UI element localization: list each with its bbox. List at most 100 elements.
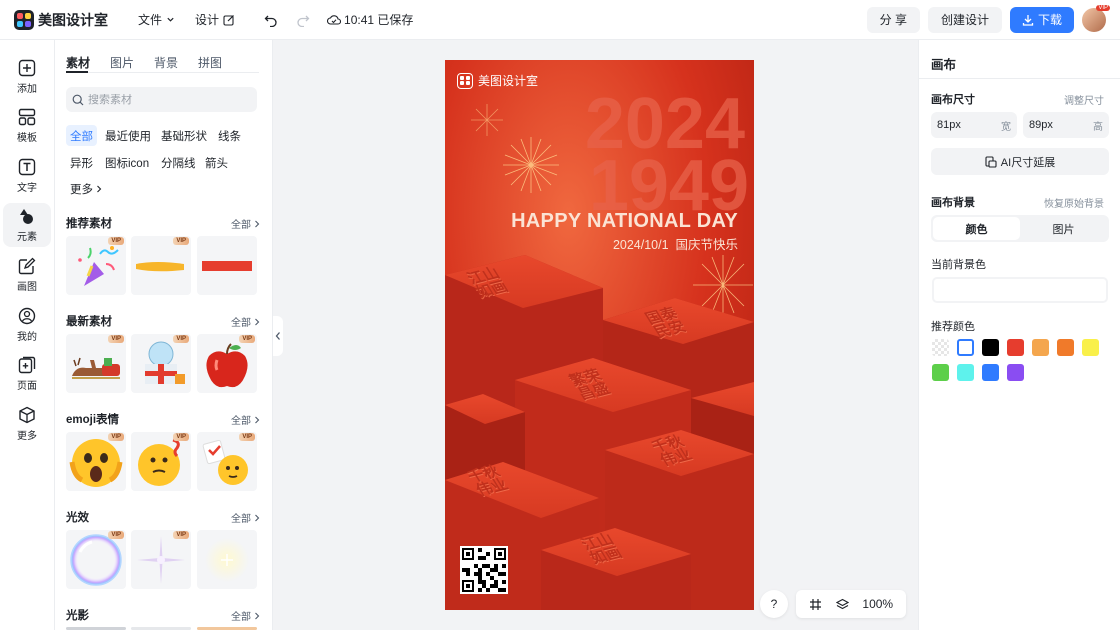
rail-label: 页面 — [17, 381, 37, 392]
asset-thumb-glow[interactable] — [197, 530, 257, 589]
file-menu[interactable]: 文件 — [138, 11, 175, 28]
section-all-link[interactable]: 全部 — [231, 608, 261, 623]
collapse-panel-handle[interactable] — [273, 316, 283, 356]
tab-collage[interactable]: 拼图 — [198, 54, 222, 71]
section-all-link[interactable]: 全部 — [231, 412, 261, 427]
save-status: 10:41 已保存 — [327, 11, 413, 28]
share-button[interactable]: 分 享 — [866, 6, 920, 33]
undo-button[interactable] — [261, 10, 281, 30]
rail-label: 我的 — [17, 332, 37, 343]
undo-icon — [264, 15, 277, 27]
tab-materials[interactable]: 素材 — [66, 54, 90, 71]
panel-title: 画布 — [931, 58, 957, 72]
file-menu-label: 文件 — [138, 13, 163, 27]
canvas-bg-label: 画布背景 — [931, 197, 975, 209]
asset-thumb-snow-globe-gift[interactable]: VIP — [131, 334, 191, 393]
red-bar-shape — [202, 261, 252, 271]
chip-icons[interactable]: 图标icon — [101, 152, 153, 173]
rail-item-text[interactable]: 文字 — [3, 154, 51, 198]
section-all-link[interactable]: 全部 — [231, 216, 261, 231]
bg-type-color[interactable]: 颜色 — [933, 217, 1020, 240]
chip-recent[interactable]: 最近使用 — [101, 125, 155, 146]
left-rail: 添加 模板 文字 元素 画图 我的 页面 更多 — [0, 40, 55, 630]
zoom-level[interactable]: 100% — [862, 597, 893, 611]
asset-panel: 素材 图片 背景 拼图 全部 最近使用 基础形状 线条 异形 图标icon 分隔… — [55, 40, 273, 630]
chip-lines[interactable]: 线条 — [214, 125, 245, 146]
chip-irregular[interactable]: 异形 — [66, 152, 97, 173]
recommended-colors-label: 推荐颜色 — [931, 321, 975, 333]
swatch-black[interactable] — [982, 339, 999, 356]
section-all-link[interactable]: 全部 — [231, 510, 261, 525]
canvas-size-label: 画布尺寸 — [931, 94, 975, 106]
user-avatar[interactable]: VIP — [1082, 4, 1110, 32]
adjust-size-link[interactable]: 调整尺寸 — [1064, 92, 1104, 107]
height-field[interactable]: 89px 高 — [1023, 112, 1109, 138]
asset-thumb-bubble[interactable]: VIP — [66, 530, 126, 589]
help-button[interactable]: ? — [760, 590, 788, 618]
swatch-light-orange[interactable] — [1032, 339, 1049, 356]
asset-thumb-party-popper[interactable]: VIP — [66, 236, 126, 295]
rail-label: 添加 — [17, 84, 37, 95]
swatch-purple[interactable] — [1007, 364, 1024, 381]
app-logo[interactable]: 美图设计室 — [14, 9, 108, 30]
layers-icon[interactable] — [835, 598, 849, 611]
download-button[interactable]: 下载 — [1009, 6, 1074, 33]
current-bg-color[interactable] — [932, 277, 1108, 303]
search-box[interactable] — [66, 87, 257, 112]
swatch-blue[interactable] — [982, 364, 999, 381]
asset-thumb-red-bar[interactable] — [197, 236, 257, 295]
swatch-green[interactable] — [932, 364, 949, 381]
rail-item-mine[interactable]: 我的 — [3, 303, 51, 347]
tab-backgrounds[interactable]: 背景 — [154, 54, 178, 71]
chip-arrows[interactable]: 箭头 — [201, 152, 232, 173]
chip-dividers[interactable]: 分隔线 — [157, 152, 200, 173]
text-icon — [18, 158, 36, 176]
chip-more[interactable]: 更多 — [66, 178, 107, 199]
chip-all[interactable]: 全部 — [66, 125, 97, 146]
poster-headline: HAPPY NATIONAL DAY — [511, 210, 738, 232]
asset-thumb-brush-stroke[interactable]: VIP — [131, 236, 191, 295]
poster-subline: 2024/10/1 国庆节快乐 — [612, 238, 738, 252]
ai-extend-button[interactable]: AI尺寸延展 — [931, 148, 1109, 175]
add-page-icon — [18, 356, 36, 374]
asset-thumb-emoji-check[interactable]: VIP — [197, 432, 257, 491]
design-canvas[interactable]: 2024 1949 美图设计室 HAPPY NATIONAL DAY 2024/… — [445, 60, 754, 610]
section-title: 最新素材 — [66, 316, 112, 328]
current-bg-label: 当前背景色 — [931, 259, 986, 271]
chip-basic-shapes[interactable]: 基础形状 — [157, 125, 211, 146]
restore-bg-link[interactable]: 恢复原始背景 — [1044, 195, 1104, 210]
cube-icon — [19, 406, 35, 424]
swatch-transparent[interactable] — [932, 339, 949, 356]
rail-item-elements[interactable]: 元素 — [3, 203, 51, 247]
create-design-button[interactable]: 创建设计 — [927, 6, 1002, 33]
rail-item-pages[interactable]: 页面 — [3, 352, 51, 396]
asset-thumb-emoji-thinking[interactable]: VIP — [131, 432, 191, 491]
width-field[interactable]: 81px 宽 — [931, 112, 1017, 138]
asset-thumb-sparkle[interactable]: VIP — [131, 530, 191, 589]
redo-icon — [297, 15, 310, 27]
redo-button[interactable] — [293, 10, 313, 30]
section-all-link[interactable]: 全部 — [231, 314, 261, 329]
section-title: 光效 — [66, 512, 89, 524]
download-label: 下载 — [1037, 13, 1062, 27]
chevron-right-icon — [255, 220, 260, 227]
grid-icon[interactable] — [809, 598, 822, 611]
rail-item-add[interactable]: 添加 — [3, 55, 51, 99]
design-menu[interactable]: 设计 — [195, 11, 235, 28]
asset-thumb-apple[interactable]: VIP — [197, 334, 257, 393]
search-input[interactable] — [88, 93, 248, 106]
chevron-right-icon — [255, 416, 260, 423]
swatch-white[interactable] — [957, 339, 974, 356]
rail-item-draw[interactable]: 画图 — [3, 253, 51, 297]
rail-item-template[interactable]: 模板 — [3, 104, 51, 148]
asset-thumb-reindeer-sleigh[interactable]: VIP — [66, 334, 126, 393]
rail-item-more[interactable]: 更多 — [3, 402, 51, 446]
swatch-orange[interactable] — [1057, 339, 1074, 356]
bg-type-image[interactable]: 图片 — [1020, 217, 1107, 240]
tab-images[interactable]: 图片 — [110, 54, 134, 71]
swatch-red[interactable] — [1007, 339, 1024, 356]
swatch-yellow[interactable] — [1082, 339, 1099, 356]
asset-thumb-emoji-shocked[interactable]: VIP — [66, 432, 126, 491]
tab-divider — [66, 72, 259, 73]
swatch-cyan[interactable] — [957, 364, 974, 381]
